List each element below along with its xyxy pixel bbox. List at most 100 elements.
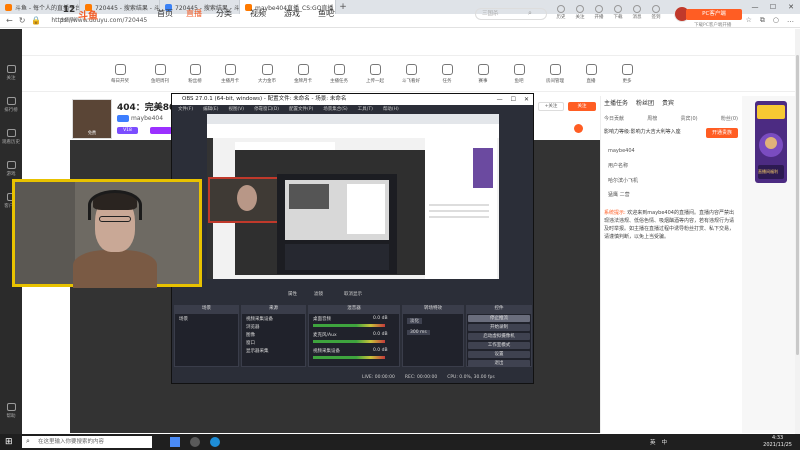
category-item[interactable]: 鱼吧周刊 [143, 64, 177, 84]
header-broadcast[interactable]: 开播 [592, 5, 606, 20]
category-item[interactable]: 直播 [574, 64, 608, 84]
obs-source-item[interactable]: 窗口 [246, 340, 255, 346]
obs-exit-button[interactable]: 退出 [468, 360, 530, 367]
taskbar-search-input[interactable]: 在这里输入你要搜索的内容 [22, 436, 152, 448]
obs-menu-item[interactable]: 停靠窗口(D) [254, 105, 279, 114]
header-history[interactable]: 历史 [554, 5, 568, 20]
rank-tab[interactable]: 贵宾(0) [681, 115, 698, 122]
rank-tab[interactable]: 今日贡献 [604, 115, 624, 122]
share-icon[interactable] [574, 124, 583, 133]
category-item[interactable]: 任务 [430, 64, 464, 84]
obs-source-item[interactable]: 显示器采集 [246, 348, 269, 354]
category-item[interactable]: 房间管理 [538, 64, 572, 84]
category-item[interactable]: 斗飞看好 [394, 64, 428, 84]
obs-scene-item[interactable]: 场景 [179, 316, 188, 322]
category-item[interactable]: 金牌月卡 [286, 64, 320, 84]
obs-source-item[interactable]: 视频采集设备 [246, 316, 273, 322]
header-download[interactable]: 下载 [611, 5, 625, 20]
obs-menu-item[interactable]: 视图(V) [228, 105, 244, 114]
gift-banner[interactable]: 直播间福利 [755, 101, 787, 183]
maximize-icon[interactable]: ☐ [511, 94, 516, 105]
anchor-rank[interactable]: 12 主播排行 [52, 5, 86, 23]
obs-start-record-button[interactable]: 开始录制 [468, 324, 530, 331]
star-icon [576, 5, 584, 13]
sidebar-item-follow[interactable]: 关注 [0, 65, 22, 81]
tab-fan-club[interactable]: 粉丝团 [636, 98, 654, 107]
header-message[interactable]: 消息 [630, 5, 644, 20]
category-item[interactable]: 主播月卡 [213, 64, 247, 84]
obs-preview[interactable] [207, 114, 499, 279]
obs-menu-item[interactable]: 帮助(H) [383, 105, 399, 114]
nav-category[interactable]: 分类 [216, 8, 232, 19]
category-item[interactable]: 大力金币 [250, 64, 284, 84]
close-icon[interactable]: ✕ [524, 94, 529, 105]
nav-live[interactable]: 直播 [186, 8, 202, 19]
obs-virtual-camera-button[interactable]: 启动虚拟摄像机 [468, 333, 530, 340]
nav-video[interactable]: 视频 [250, 8, 266, 19]
pc-client-button[interactable]: PC客户端 [686, 9, 742, 20]
obs-settings-button[interactable]: 设置 [468, 351, 530, 358]
obs-app-icon[interactable] [190, 437, 200, 447]
collections-icon[interactable]: ⧉ [760, 16, 765, 25]
sidebar-item-history[interactable]: 观看历史 [0, 129, 22, 145]
obs-mixer-label: 麦克风/Aux [313, 333, 337, 338]
open-noble-button[interactable]: 开通贵族 [706, 128, 738, 138]
nav-home[interactable]: 首页 [157, 8, 173, 19]
follow-button[interactable]: 关注 [568, 102, 596, 111]
nav-fishbar[interactable]: 鱼吧 [318, 8, 334, 19]
obs-studio-mode-button[interactable]: 工作室模式 [468, 342, 530, 349]
obs-transition-duration[interactable]: 300 ms [407, 330, 430, 335]
tray-input-en[interactable]: 英 [650, 438, 656, 446]
tray-input-zh[interactable]: 中 [662, 438, 668, 446]
room-avatar[interactable]: 免费 [72, 99, 112, 139]
new-tab-button[interactable]: + [336, 0, 350, 14]
refresh-icon[interactable]: ↻ [19, 16, 26, 25]
obs-menu-item[interactable]: 配置文件(P) [289, 105, 313, 114]
minimize-icon[interactable]: — [746, 0, 764, 14]
windows-start-icon[interactable]: ⊞ [5, 437, 13, 447]
rank-tab[interactable]: 周榜 [647, 115, 657, 122]
obs-menu-item[interactable]: 文件(F) [178, 105, 193, 114]
more-icon[interactable]: … [787, 16, 794, 25]
rank-tab[interactable]: 粉丝(0) [721, 115, 738, 122]
obs-properties-button[interactable]: 属性 [288, 291, 297, 297]
obs-hide-button[interactable]: 取消显示 [344, 291, 362, 297]
category-item[interactable]: 主播任务 [322, 64, 356, 84]
category-item[interactable]: 赛事 [466, 64, 500, 84]
obs-source-item[interactable]: 浏览器 [246, 324, 260, 330]
close-icon[interactable]: ✕ [782, 0, 800, 14]
header-signin[interactable]: 签到 [649, 5, 663, 20]
sidebar-item-games[interactable]: 游戏 [0, 161, 22, 177]
taskbar-clock[interactable]: 4:33 2021/11/25 [763, 435, 792, 449]
maximize-icon[interactable]: ☐ [764, 0, 782, 14]
edge-app-icon[interactable] [210, 437, 220, 447]
category-item[interactable]: 上传一起 [358, 64, 392, 84]
minimize-icon[interactable]: — [497, 94, 503, 105]
follow-count-button[interactable]: +关注 [538, 102, 564, 111]
profile-icon[interactable]: ○ [773, 16, 779, 25]
search-icon[interactable]: ⌕ [528, 9, 532, 18]
host-name[interactable]: maybe404 [131, 115, 163, 122]
obs-menu-item[interactable]: 编辑(E) [203, 105, 218, 114]
category-item[interactable]: 更多 [610, 64, 644, 84]
sidebar-item-rank[interactable]: 排行榜 [0, 97, 22, 113]
obs-source-item[interactable]: 图像 [246, 332, 255, 338]
header-follow[interactable]: 关注 [573, 5, 587, 20]
tab-vip[interactable]: 贵宾 [662, 98, 674, 107]
category-item[interactable]: 鱼吧 [502, 64, 536, 84]
search-input[interactable]: 三国杀 [475, 8, 547, 20]
obs-transition-select[interactable]: 淡化 [407, 318, 422, 324]
favorites-icon[interactable]: ☆ [746, 16, 752, 25]
obs-stop-stream-button[interactable]: 停止推流 [468, 315, 530, 322]
category-item[interactable]: 每日开奖 [103, 64, 137, 84]
category-item[interactable]: 粉丝榜 [178, 64, 212, 84]
nav-games[interactable]: 游戏 [284, 8, 300, 19]
obs-menu-item[interactable]: 场景集合(S) [323, 105, 347, 114]
obs-filters-button[interactable]: 滤镜 [314, 291, 323, 297]
tab-anchor-task[interactable]: 主播任务 [604, 98, 628, 107]
task-view-icon[interactable] [170, 437, 180, 447]
obs-menu-item[interactable]: 工具(T) [358, 105, 373, 114]
sidebar-item-help[interactable]: 帮助 [0, 403, 22, 419]
scrollbar-thumb[interactable] [796, 55, 799, 355]
back-icon[interactable]: ← [6, 16, 13, 25]
